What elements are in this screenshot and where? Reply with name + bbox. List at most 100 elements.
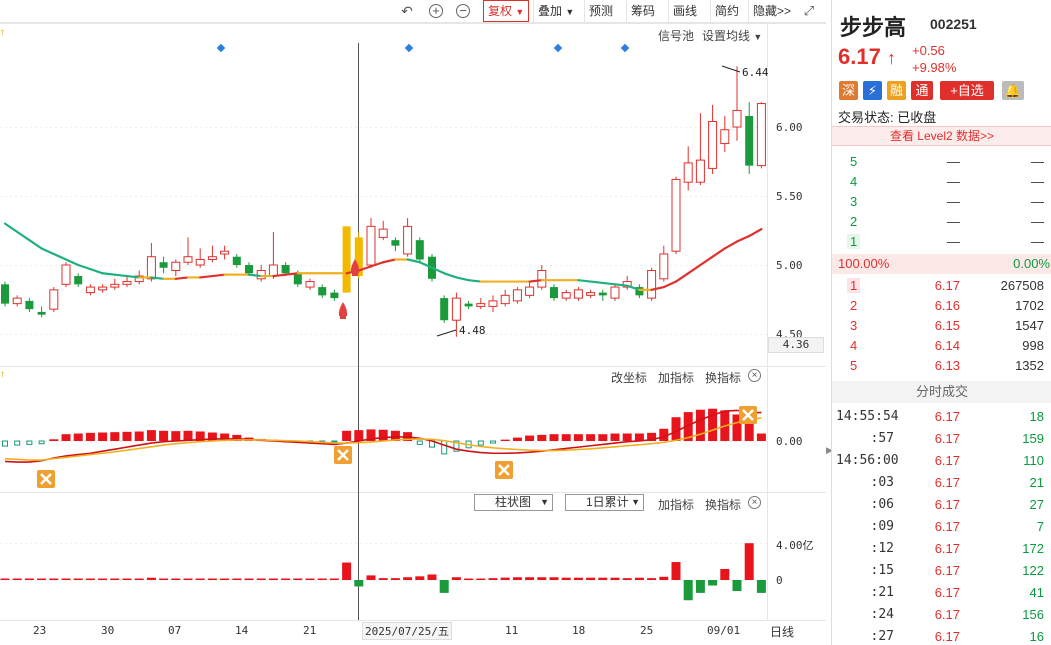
- buy-order-row[interactable]: 2 6.16 1702: [832, 296, 1051, 316]
- signal-pool-link[interactable]: 信号池: [658, 27, 694, 44]
- candle-body: [451, 297, 461, 321]
- cross-signal-icon[interactable]: [37, 470, 55, 488]
- volume-bar: [732, 580, 742, 592]
- period-label[interactable]: 日线: [770, 623, 794, 640]
- switch-indicator-link[interactable]: 换指标: [705, 369, 741, 386]
- row-label: :27: [870, 629, 894, 644]
- sell-order-row[interactable]: 4 — —: [832, 172, 1051, 192]
- signal-diamond[interactable]: [404, 43, 414, 53]
- up-arrow-icon: ↑: [886, 48, 896, 68]
- macd-bar: [598, 434, 608, 441]
- price-change: +0.56: [912, 43, 945, 58]
- trade-row[interactable]: 14:56:00 6.17 110: [832, 451, 1051, 471]
- close-icon[interactable]: ×: [748, 496, 761, 509]
- x-tick: 21: [303, 624, 317, 637]
- volume-bar: [720, 568, 730, 580]
- x-tick: 18: [572, 624, 586, 637]
- ma-line-segment: [28, 239, 43, 250]
- cross-signal-icon[interactable]: [495, 461, 513, 479]
- volume-bar: [159, 578, 169, 580]
- trade-row[interactable]: :06 6.17 27: [832, 495, 1051, 515]
- ma-line-segment: [455, 276, 470, 282]
- ma-line-segment: [16, 230, 31, 242]
- trade-row[interactable]: :27 6.17 16: [832, 627, 1051, 645]
- rocket-icon[interactable]: [338, 302, 348, 319]
- add-indicator-link[interactable]: 加指标: [658, 369, 694, 386]
- row-volume: 41: [1029, 585, 1044, 600]
- candle-body: [25, 300, 34, 310]
- buy-order-row[interactable]: 1 6.17 267508: [832, 276, 1051, 296]
- ma-line-segment: [382, 258, 397, 264]
- level2-link[interactable]: 查看 Level2 数据>>: [832, 126, 1051, 146]
- lightning-icon[interactable]: ⚡: [863, 81, 882, 100]
- close-icon[interactable]: ×: [748, 369, 761, 382]
- candle-body: [330, 292, 339, 299]
- sell-order-row[interactable]: 2 — —: [832, 212, 1051, 232]
- add-favorite-button[interactable]: +自选: [940, 81, 994, 100]
- sell-order-row[interactable]: 3 — —: [832, 192, 1051, 212]
- buy-order-row[interactable]: 5 6.13 1352: [832, 356, 1051, 376]
- row-price: —: [947, 214, 960, 229]
- y-tick: 4.50: [776, 328, 803, 337]
- chart-type-select[interactable]: 柱状图 ▼: [474, 494, 553, 511]
- kline-chart-area[interactable]: ↶ + − 复权 ▼ 叠加 ▼ 预测 筹码 画线 简约 隐藏>> ⤢ ↑ ↑ 信…: [0, 0, 826, 645]
- trade-row[interactable]: :57 6.17 159: [832, 429, 1051, 449]
- signal-diamond[interactable]: [216, 43, 226, 53]
- ma-line-segment: [467, 279, 482, 283]
- macd-bar: [695, 409, 705, 441]
- buy-order-row[interactable]: 3 6.15 1547: [832, 316, 1051, 336]
- candle-body: [378, 228, 388, 238]
- volume-bar: [195, 578, 205, 580]
- volume-bar: [622, 578, 632, 580]
- signal-diamond[interactable]: [620, 43, 630, 53]
- volume-bar: [207, 578, 217, 580]
- row-label: :15: [870, 563, 894, 578]
- ma-setting-link[interactable]: 设置均线 ▼: [702, 27, 762, 44]
- row-label: 4: [850, 174, 858, 189]
- volume-bar: [476, 578, 486, 580]
- trade-row[interactable]: :15 6.17 122: [832, 561, 1051, 581]
- change-axis-link[interactable]: 改坐标: [611, 369, 647, 386]
- row-label: 14:56:00: [836, 453, 899, 468]
- bell-icon[interactable]: 🔔: [1002, 81, 1024, 100]
- row-label: 14:55:54: [836, 409, 899, 424]
- candle-body: [683, 162, 693, 183]
- signal-diamond[interactable]: [553, 43, 563, 53]
- candle-body: [232, 256, 241, 265]
- add-indicator-link[interactable]: 加指标: [658, 496, 694, 513]
- candle-body: [745, 115, 754, 166]
- cross-signal-icon[interactable]: [739, 406, 757, 424]
- trade-row[interactable]: :21 6.17 41: [832, 583, 1051, 603]
- buy-order-row[interactable]: 4 6.14 998: [832, 336, 1051, 356]
- candle-body: [37, 311, 46, 315]
- candle-body: [586, 292, 596, 296]
- row-label: :06: [870, 497, 894, 512]
- sell-order-row[interactable]: 1 — —: [832, 232, 1051, 252]
- trade-row[interactable]: :09 6.17 7: [832, 517, 1051, 537]
- row-volume: 110: [1023, 453, 1044, 468]
- trade-row[interactable]: :03 6.17 21: [832, 473, 1051, 493]
- volume-bar: [73, 578, 83, 580]
- macd-bar: [354, 430, 364, 441]
- trade-status: 交易状态: 已收盘: [838, 110, 937, 125]
- switch-indicator-link[interactable]: 换指标: [705, 496, 741, 513]
- trade-row[interactable]: :24 6.17 156: [832, 605, 1051, 625]
- expand-arrow-icon[interactable]: ↑: [0, 27, 5, 38]
- row-price: 6.17: [934, 475, 960, 490]
- candle-body: [220, 250, 230, 255]
- trade-row[interactable]: :12 6.17 172: [832, 539, 1051, 559]
- accum-select[interactable]: 1日累计 ▼: [565, 494, 644, 511]
- row-volume: 998: [1022, 338, 1044, 353]
- high-price-label: 6.44: [742, 66, 769, 79]
- candle-body: [561, 292, 571, 299]
- row-label: 2: [850, 214, 858, 229]
- sell-order-row[interactable]: 5 — —: [832, 152, 1051, 172]
- cross-signal-icon[interactable]: [334, 446, 352, 464]
- macd-bar: [98, 432, 108, 441]
- macd-bar: [49, 439, 59, 441]
- trade-row[interactable]: 14:55:54 6.17 18: [832, 407, 1051, 427]
- row-price: —: [947, 174, 960, 189]
- row-volume: —: [1031, 154, 1044, 169]
- expand-arrow-icon[interactable]: ↑: [0, 369, 5, 380]
- volume-bar: [256, 578, 266, 580]
